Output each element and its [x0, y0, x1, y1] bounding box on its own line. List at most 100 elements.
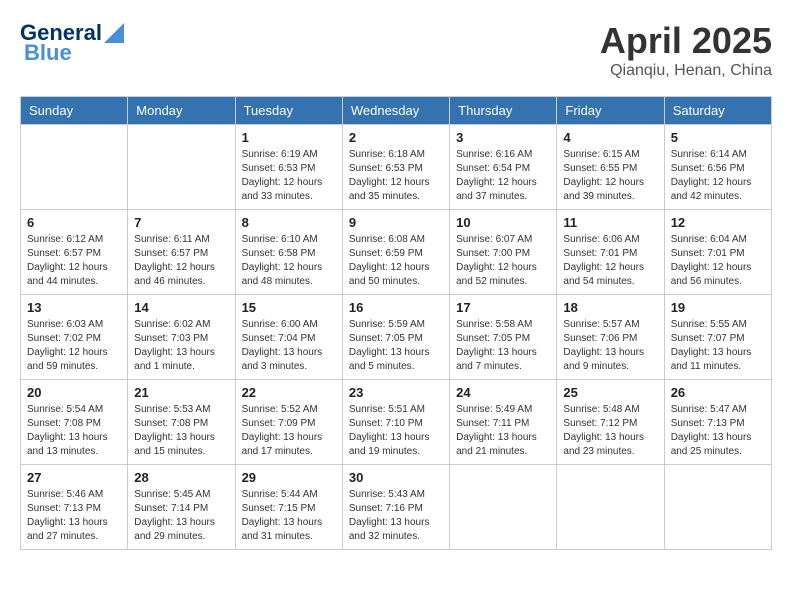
day-number: 29 [242, 470, 336, 485]
page-header: General Blue April 2025 Qianqiu, Henan, … [20, 20, 772, 80]
table-row: 29 Sunrise: 5:44 AMSunset: 7:15 PMDayligh… [235, 465, 342, 550]
day-info: Sunrise: 6:14 AMSunset: 6:56 PMDaylight:… [671, 148, 765, 204]
day-info: Sunrise: 5:52 AMSunset: 7:09 PMDaylight:… [242, 403, 336, 459]
calendar-week-row: 13Sunrise: 6:03 AMSunset: 7:02 PMDayligh… [21, 295, 772, 380]
table-row: 15Sunrise: 6:00 AMSunset: 7:04 PMDayligh… [235, 295, 342, 380]
day-info: Sunrise: 6:15 AMSunset: 6:55 PMDaylight:… [563, 148, 657, 204]
table-row: 23 Sunrise: 5:51 AMSunset: 7:10 PMDayligh… [342, 380, 449, 465]
day-number: 13 [27, 300, 121, 315]
table-row: 6Sunrise: 6:12 AMSunset: 6:57 PMDaylight… [21, 210, 128, 295]
table-row [21, 125, 128, 210]
table-row: 18Sunrise: 5:57 AMSunset: 7:06 PMDayligh… [557, 295, 664, 380]
day-info: Sunrise: 6:02 AMSunset: 7:03 PMDaylight:… [134, 318, 228, 374]
day-info: Sunrise: 6:04 AMSunset: 7:01 PMDaylight:… [671, 233, 765, 289]
day-number: 4 [563, 130, 657, 145]
table-row: 14 Sunrise: 6:02 AMSunset: 7:03 PMDayligh… [128, 295, 235, 380]
table-row: 8 Sunrise: 6:10 AMSunset: 6:58 PMDaylight… [235, 210, 342, 295]
day-number: 9 [349, 215, 443, 230]
table-row [450, 465, 557, 550]
title-section: April 2025 Qianqiu, Henan, China [600, 20, 772, 80]
day-number: 21 [134, 385, 228, 400]
table-row: 13Sunrise: 6:03 AMSunset: 7:02 PMDayligh… [21, 295, 128, 380]
day-number: 24 [456, 385, 550, 400]
day-info: Sunrise: 6:10 AMSunset: 6:58 PMDaylight:… [242, 233, 336, 289]
calendar-week-row: 1 Sunrise: 6:19 AMSunset: 6:53 PMDaylight… [21, 125, 772, 210]
location: Qianqiu, Henan, China [600, 62, 772, 80]
table-row: 25Sunrise: 5:48 AMSunset: 7:12 PMDayligh… [557, 380, 664, 465]
day-info: Sunrise: 6:00 AMSunset: 7:04 PMDaylight:… [242, 318, 336, 374]
table-row: 30 Sunrise: 5:43 AMSunset: 7:16 PMDayligh… [342, 465, 449, 550]
day-info: Sunrise: 6:12 AMSunset: 6:57 PMDaylight:… [27, 233, 121, 289]
table-row: 28Sunrise: 5:45 AMSunset: 7:14 PMDayligh… [128, 465, 235, 550]
month-title: April 2025 [600, 20, 772, 62]
table-row: 7Sunrise: 6:11 AMSunset: 6:57 PMDaylight… [128, 210, 235, 295]
table-row: 3Sunrise: 6:16 AMSunset: 6:54 PMDaylight… [450, 125, 557, 210]
day-number: 8 [242, 215, 336, 230]
col-wednesday: Wednesday [342, 97, 449, 125]
day-number: 16 [349, 300, 443, 315]
col-friday: Friday [557, 97, 664, 125]
day-info: Sunrise: 5:44 AMSunset: 7:15 PMDaylight:… [242, 488, 336, 544]
table-row [128, 125, 235, 210]
day-number: 22 [242, 385, 336, 400]
day-info: Sunrise: 5:58 AMSunset: 7:05 PMDaylight:… [456, 318, 550, 374]
table-row [557, 465, 664, 550]
day-number: 1 [242, 130, 336, 145]
day-number: 14 [134, 300, 228, 315]
day-number: 23 [349, 385, 443, 400]
day-info: Sunrise: 5:43 AMSunset: 7:16 PMDaylight:… [349, 488, 443, 544]
logo-blue: Blue [24, 40, 72, 66]
day-number: 10 [456, 215, 550, 230]
day-info: Sunrise: 5:55 AMSunset: 7:07 PMDaylight:… [671, 318, 765, 374]
table-row: 5 Sunrise: 6:14 AMSunset: 6:56 PMDaylight… [664, 125, 771, 210]
table-row: 27Sunrise: 5:46 AMSunset: 7:13 PMDayligh… [21, 465, 128, 550]
day-number: 19 [671, 300, 765, 315]
day-info: Sunrise: 5:54 AMSunset: 7:08 PMDaylight:… [27, 403, 121, 459]
day-info: Sunrise: 6:18 AMSunset: 6:53 PMDaylight:… [349, 148, 443, 204]
col-thursday: Thursday [450, 97, 557, 125]
col-monday: Monday [128, 97, 235, 125]
day-info: Sunrise: 5:49 AMSunset: 7:11 PMDaylight:… [456, 403, 550, 459]
table-row: 24 Sunrise: 5:49 AMSunset: 7:11 PMDayligh… [450, 380, 557, 465]
table-row: 4 Sunrise: 6:15 AMSunset: 6:55 PMDaylight… [557, 125, 664, 210]
day-info: Sunrise: 6:08 AMSunset: 6:59 PMDaylight:… [349, 233, 443, 289]
day-number: 30 [349, 470, 443, 485]
day-number: 26 [671, 385, 765, 400]
calendar-header-row: Sunday Monday Tuesday Wednesday Thursday… [21, 97, 772, 125]
table-row: 22 Sunrise: 5:52 AMSunset: 7:09 PMDayligh… [235, 380, 342, 465]
table-row: 9 Sunrise: 6:08 AMSunset: 6:59 PMDaylight… [342, 210, 449, 295]
col-tuesday: Tuesday [235, 97, 342, 125]
table-row: 10Sunrise: 6:07 AMSunset: 7:00 PMDayligh… [450, 210, 557, 295]
day-info: Sunrise: 5:57 AMSunset: 7:06 PMDaylight:… [563, 318, 657, 374]
day-info: Sunrise: 5:59 AMSunset: 7:05 PMDaylight:… [349, 318, 443, 374]
day-info: Sunrise: 5:45 AMSunset: 7:14 PMDaylight:… [134, 488, 228, 544]
day-info: Sunrise: 6:16 AMSunset: 6:54 PMDaylight:… [456, 148, 550, 204]
day-number: 2 [349, 130, 443, 145]
day-info: Sunrise: 5:46 AMSunset: 7:13 PMDaylight:… [27, 488, 121, 544]
day-info: Sunrise: 5:53 AMSunset: 7:08 PMDaylight:… [134, 403, 228, 459]
table-row: 17Sunrise: 5:58 AMSunset: 7:05 PMDayligh… [450, 295, 557, 380]
table-row: 2 Sunrise: 6:18 AMSunset: 6:53 PMDaylight… [342, 125, 449, 210]
logo-icon [104, 23, 124, 43]
table-row: 19 Sunrise: 5:55 AMSunset: 7:07 PMDayligh… [664, 295, 771, 380]
day-info: Sunrise: 5:47 AMSunset: 7:13 PMDaylight:… [671, 403, 765, 459]
calendar-week-row: 20Sunrise: 5:54 AMSunset: 7:08 PMDayligh… [21, 380, 772, 465]
calendar-week-row: 27Sunrise: 5:46 AMSunset: 7:13 PMDayligh… [21, 465, 772, 550]
day-info: Sunrise: 6:19 AMSunset: 6:53 PMDaylight:… [242, 148, 336, 204]
table-row: 20Sunrise: 5:54 AMSunset: 7:08 PMDayligh… [21, 380, 128, 465]
day-number: 12 [671, 215, 765, 230]
day-number: 5 [671, 130, 765, 145]
col-sunday: Sunday [21, 97, 128, 125]
calendar-week-row: 6Sunrise: 6:12 AMSunset: 6:57 PMDaylight… [21, 210, 772, 295]
table-row: 26 Sunrise: 5:47 AMSunset: 7:13 PMDayligh… [664, 380, 771, 465]
day-info: Sunrise: 5:48 AMSunset: 7:12 PMDaylight:… [563, 403, 657, 459]
day-info: Sunrise: 5:51 AMSunset: 7:10 PMDaylight:… [349, 403, 443, 459]
table-row [664, 465, 771, 550]
table-row: 21 Sunrise: 5:53 AMSunset: 7:08 PMDayligh… [128, 380, 235, 465]
table-row: 11 Sunrise: 6:06 AMSunset: 7:01 PMDayligh… [557, 210, 664, 295]
day-info: Sunrise: 6:06 AMSunset: 7:01 PMDaylight:… [563, 233, 657, 289]
logo: General Blue [20, 20, 124, 66]
day-number: 7 [134, 215, 228, 230]
table-row: 12 Sunrise: 6:04 AMSunset: 7:01 PMDayligh… [664, 210, 771, 295]
day-number: 11 [563, 215, 657, 230]
